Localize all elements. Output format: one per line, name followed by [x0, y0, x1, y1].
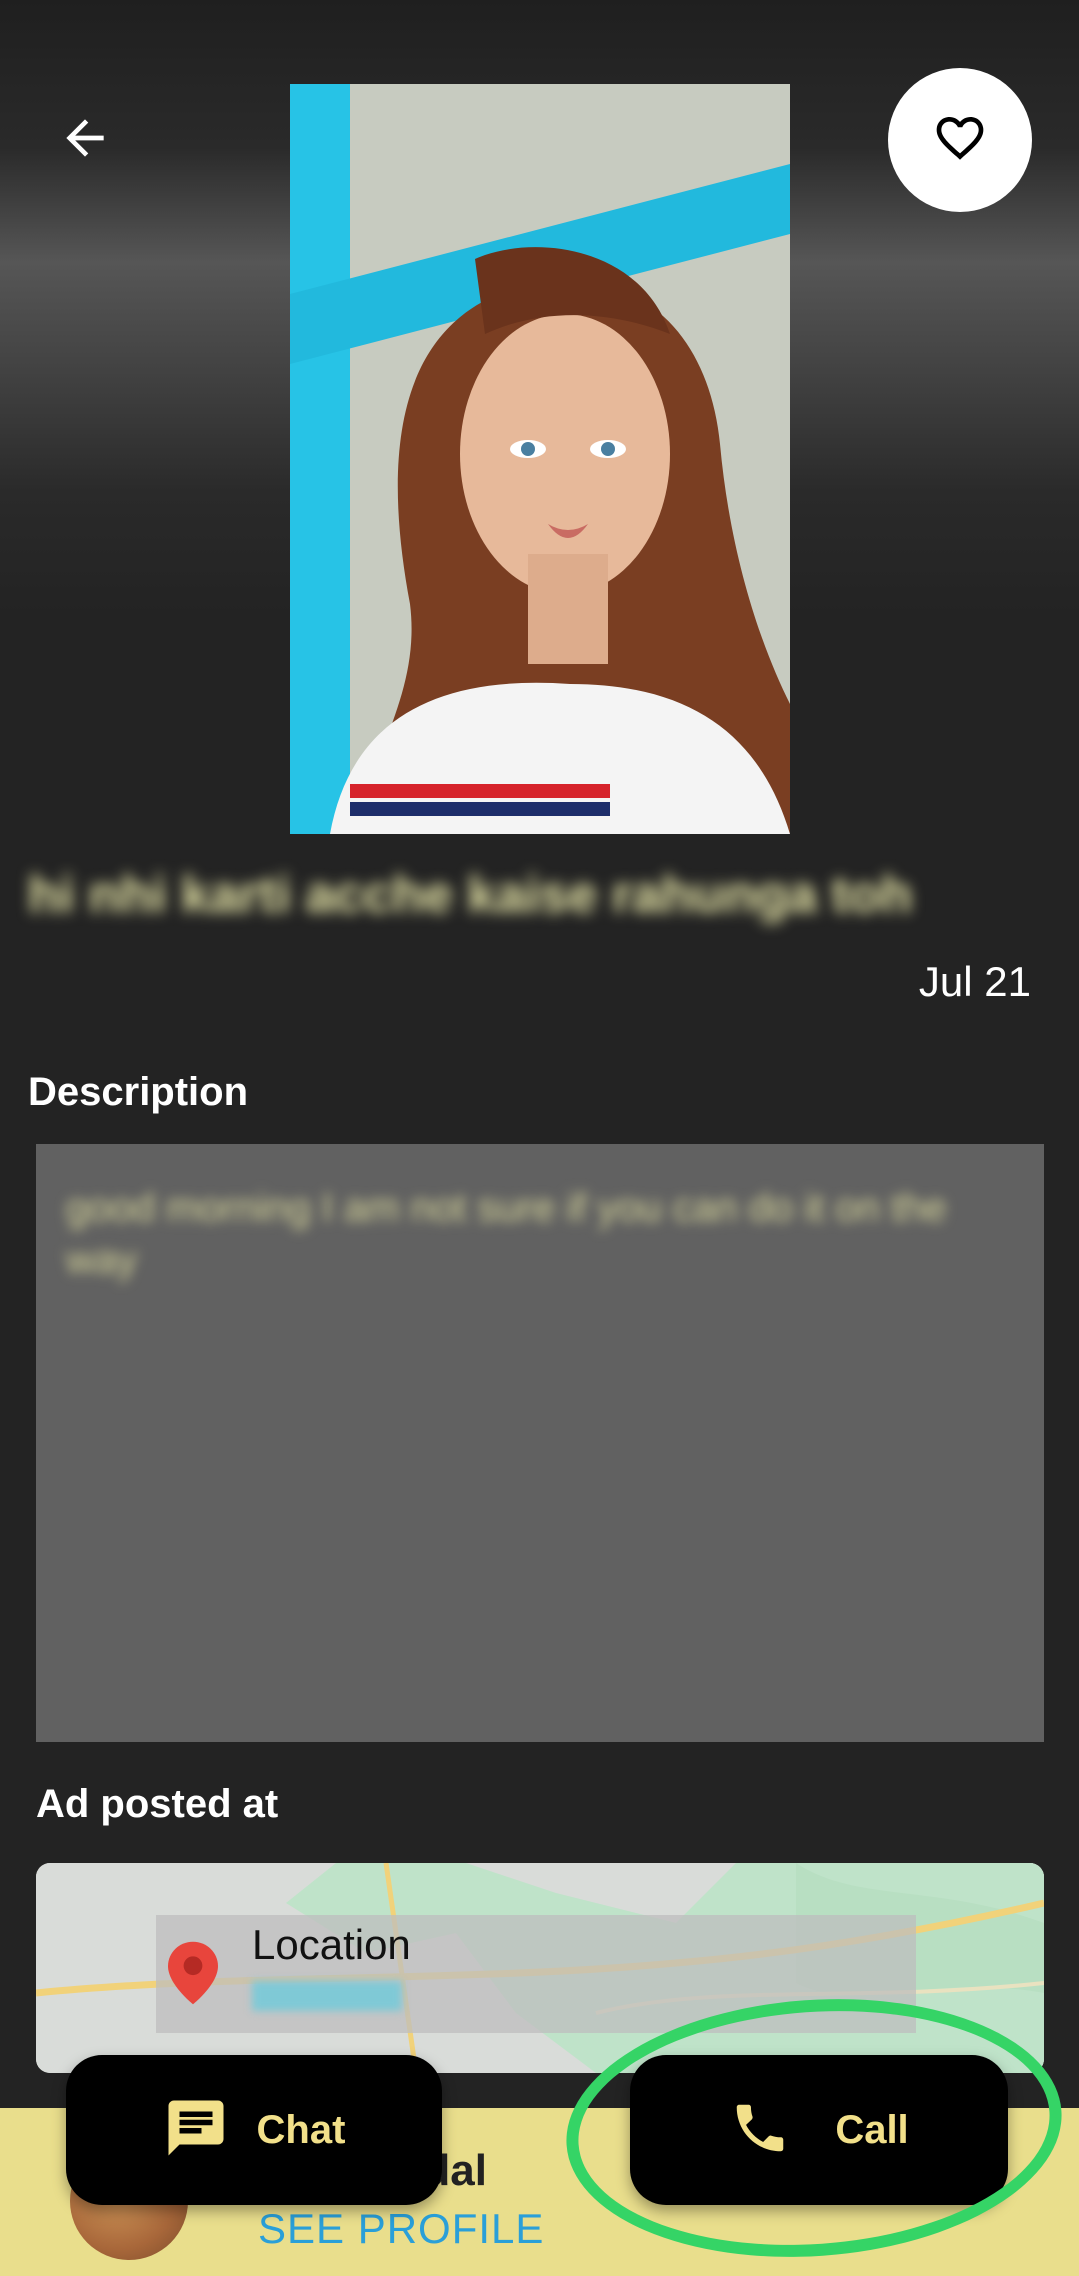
see-profile-link[interactable]: SEE PROFILE: [258, 2205, 544, 2253]
chat-label: Chat: [256, 2107, 346, 2152]
heart-outline-icon: [932, 110, 988, 171]
ad-date: Jul 21: [918, 958, 1031, 1005]
back-button[interactable]: [45, 100, 125, 180]
map-pin-icon: [168, 1941, 218, 2010]
description-box: good morning I am not sure if you can do…: [36, 1144, 1044, 1742]
ad-title: hi nhi karti acche kaise rahunga toh: [28, 866, 913, 924]
chat-button[interactable]: Chat: [66, 2055, 442, 2205]
arrow-left-icon: [57, 110, 113, 171]
favorite-button[interactable]: [888, 68, 1032, 212]
description-heading: Description: [28, 1070, 249, 1114]
location-title: Location: [252, 1921, 411, 1968]
description-text: good morning I am not sure if you can do…: [66, 1186, 947, 1282]
ad-photo[interactable]: [290, 84, 790, 834]
ad-posted-at-heading: Ad posted at: [36, 1782, 279, 1826]
location-value: [252, 1981, 402, 2011]
chat-bubble-icon: [163, 2095, 229, 2166]
